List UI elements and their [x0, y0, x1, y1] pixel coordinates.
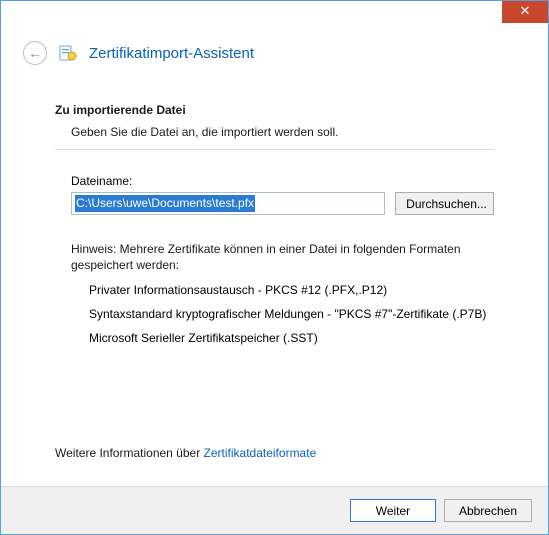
- formats-list: Privater Informationsaustausch - PKCS #1…: [89, 283, 494, 345]
- back-button[interactable]: ←: [23, 41, 47, 65]
- filename-input[interactable]: C:\Users\uwe\Documents\test.pfx: [71, 192, 385, 215]
- wizard-content: Zu importierende Datei Geben Sie die Dat…: [1, 103, 548, 345]
- titlebar: ✕: [1, 1, 548, 31]
- formats-hint: Hinweis: Mehrere Zertifikate können in e…: [71, 241, 494, 273]
- list-item: Privater Informationsaustausch - PKCS #1…: [89, 283, 494, 297]
- more-info-prefix: Weitere Informationen über: [55, 446, 204, 460]
- filename-label: Dateiname:: [71, 174, 494, 188]
- list-item: Syntaxstandard kryptografischer Meldunge…: [89, 307, 494, 321]
- wizard-footer: Weiter Abbrechen: [1, 486, 548, 534]
- filename-value: C:\Users\uwe\Documents\test.pfx: [75, 195, 255, 212]
- section-title: Zu importierende Datei: [55, 103, 494, 117]
- divider: [55, 149, 494, 150]
- certificate-wizard-icon: [59, 44, 77, 62]
- cancel-button[interactable]: Abbrechen: [444, 499, 532, 522]
- wizard-title: Zertifikatimport-Assistent: [89, 45, 254, 62]
- close-icon: ✕: [520, 3, 531, 18]
- section-description: Geben Sie die Datei an, die importiert w…: [71, 125, 494, 139]
- file-formats-link[interactable]: Zertifikatdateiformate: [204, 446, 317, 460]
- filename-field: Dateiname: C:\Users\uwe\Documents\test.p…: [71, 174, 494, 215]
- back-arrow-icon: ←: [28, 45, 42, 61]
- more-info: Weitere Informationen über Zertifikatdat…: [55, 446, 316, 460]
- wizard-header: ← Zertifikatimport-Assistent: [1, 31, 548, 83]
- browse-button[interactable]: Durchsuchen...: [395, 192, 494, 215]
- list-item: Microsoft Serieller Zertifikatspeicher (…: [89, 331, 494, 345]
- close-button[interactable]: ✕: [502, 1, 548, 23]
- next-button[interactable]: Weiter: [350, 499, 436, 522]
